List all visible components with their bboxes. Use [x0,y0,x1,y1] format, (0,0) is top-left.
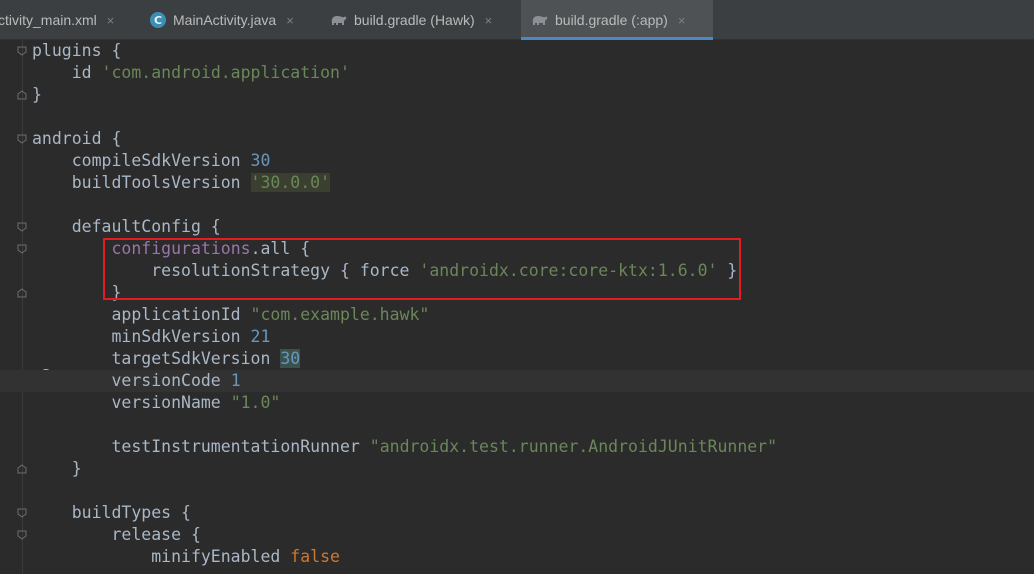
close-icon[interactable]: × [107,13,115,28]
tab-label: build.gradle (Hawk) [354,12,475,28]
tab-build-gradle-app[interactable]: build.gradle (:app) × [521,0,713,40]
fold-close-icon[interactable] [17,464,27,474]
code-line: release { [32,525,201,544]
code-line: minifyEnabled false [32,547,340,566]
code-line: defaultConfig { [32,217,221,236]
fold-close-icon[interactable] [17,90,27,100]
tab-activity-main-xml[interactable]: ctivity_main.xml × [0,0,126,40]
code-line: id 'com.android.application' [32,63,350,82]
tab-label: ctivity_main.xml [0,12,97,28]
fold-open-icon[interactable] [17,530,27,540]
highlighted-value: '30.0.0' [250,173,331,192]
fold-close-icon[interactable] [17,288,27,298]
code-line: testInstrumentationRunner "androidx.test… [32,437,778,456]
fold-open-icon[interactable] [17,46,27,56]
code-line: buildTypes { [32,503,191,522]
close-icon[interactable]: × [485,13,493,28]
close-icon[interactable]: × [286,13,294,28]
code-line-current: versionCode 1 [0,370,1034,392]
tab-label: MainActivity.java [173,12,277,28]
fold-open-icon[interactable] [17,134,27,144]
tab-label: build.gradle (:app) [555,12,668,28]
code-line: } [32,459,82,478]
code-line: minSdkVersion 21 [32,327,271,346]
tab-main-activity-java[interactable]: C MainActivity.java × [150,0,306,40]
editor-tab-bar: ctivity_main.xml × C MainActivity.java ×… [0,0,1034,40]
code-editor[interactable]: plugins { id 'com.android.application' }… [0,40,1034,574]
code-line: } [32,85,42,104]
tab-build-gradle-hawk[interactable]: build.gradle (Hawk) × [330,0,504,40]
highlighted-value: 30 [280,349,301,368]
gradle-elephant-icon [330,13,348,27]
editor-gutter [0,40,30,574]
fold-open-icon[interactable] [17,244,27,254]
annotation-highlight-box [103,238,741,300]
java-class-icon: C [150,12,166,28]
code-line: versionName "1.0" [32,393,281,412]
code-line: buildToolsVersion '30.0.0' [32,173,331,192]
fold-open-icon[interactable] [17,222,27,232]
close-icon[interactable]: × [678,13,686,28]
code-line: applicationId "com.example.hawk" [32,305,430,324]
fold-guide [22,40,23,574]
code-line: android { [32,129,122,148]
gradle-elephant-icon [531,13,549,27]
code-content[interactable]: plugins { id 'com.android.application' }… [0,40,1034,568]
code-line: plugins { [32,41,122,60]
code-line: compileSdkVersion 30 [32,151,271,170]
code-line: targetSdkVersion 30 [32,349,301,368]
fold-open-icon[interactable] [17,508,27,518]
